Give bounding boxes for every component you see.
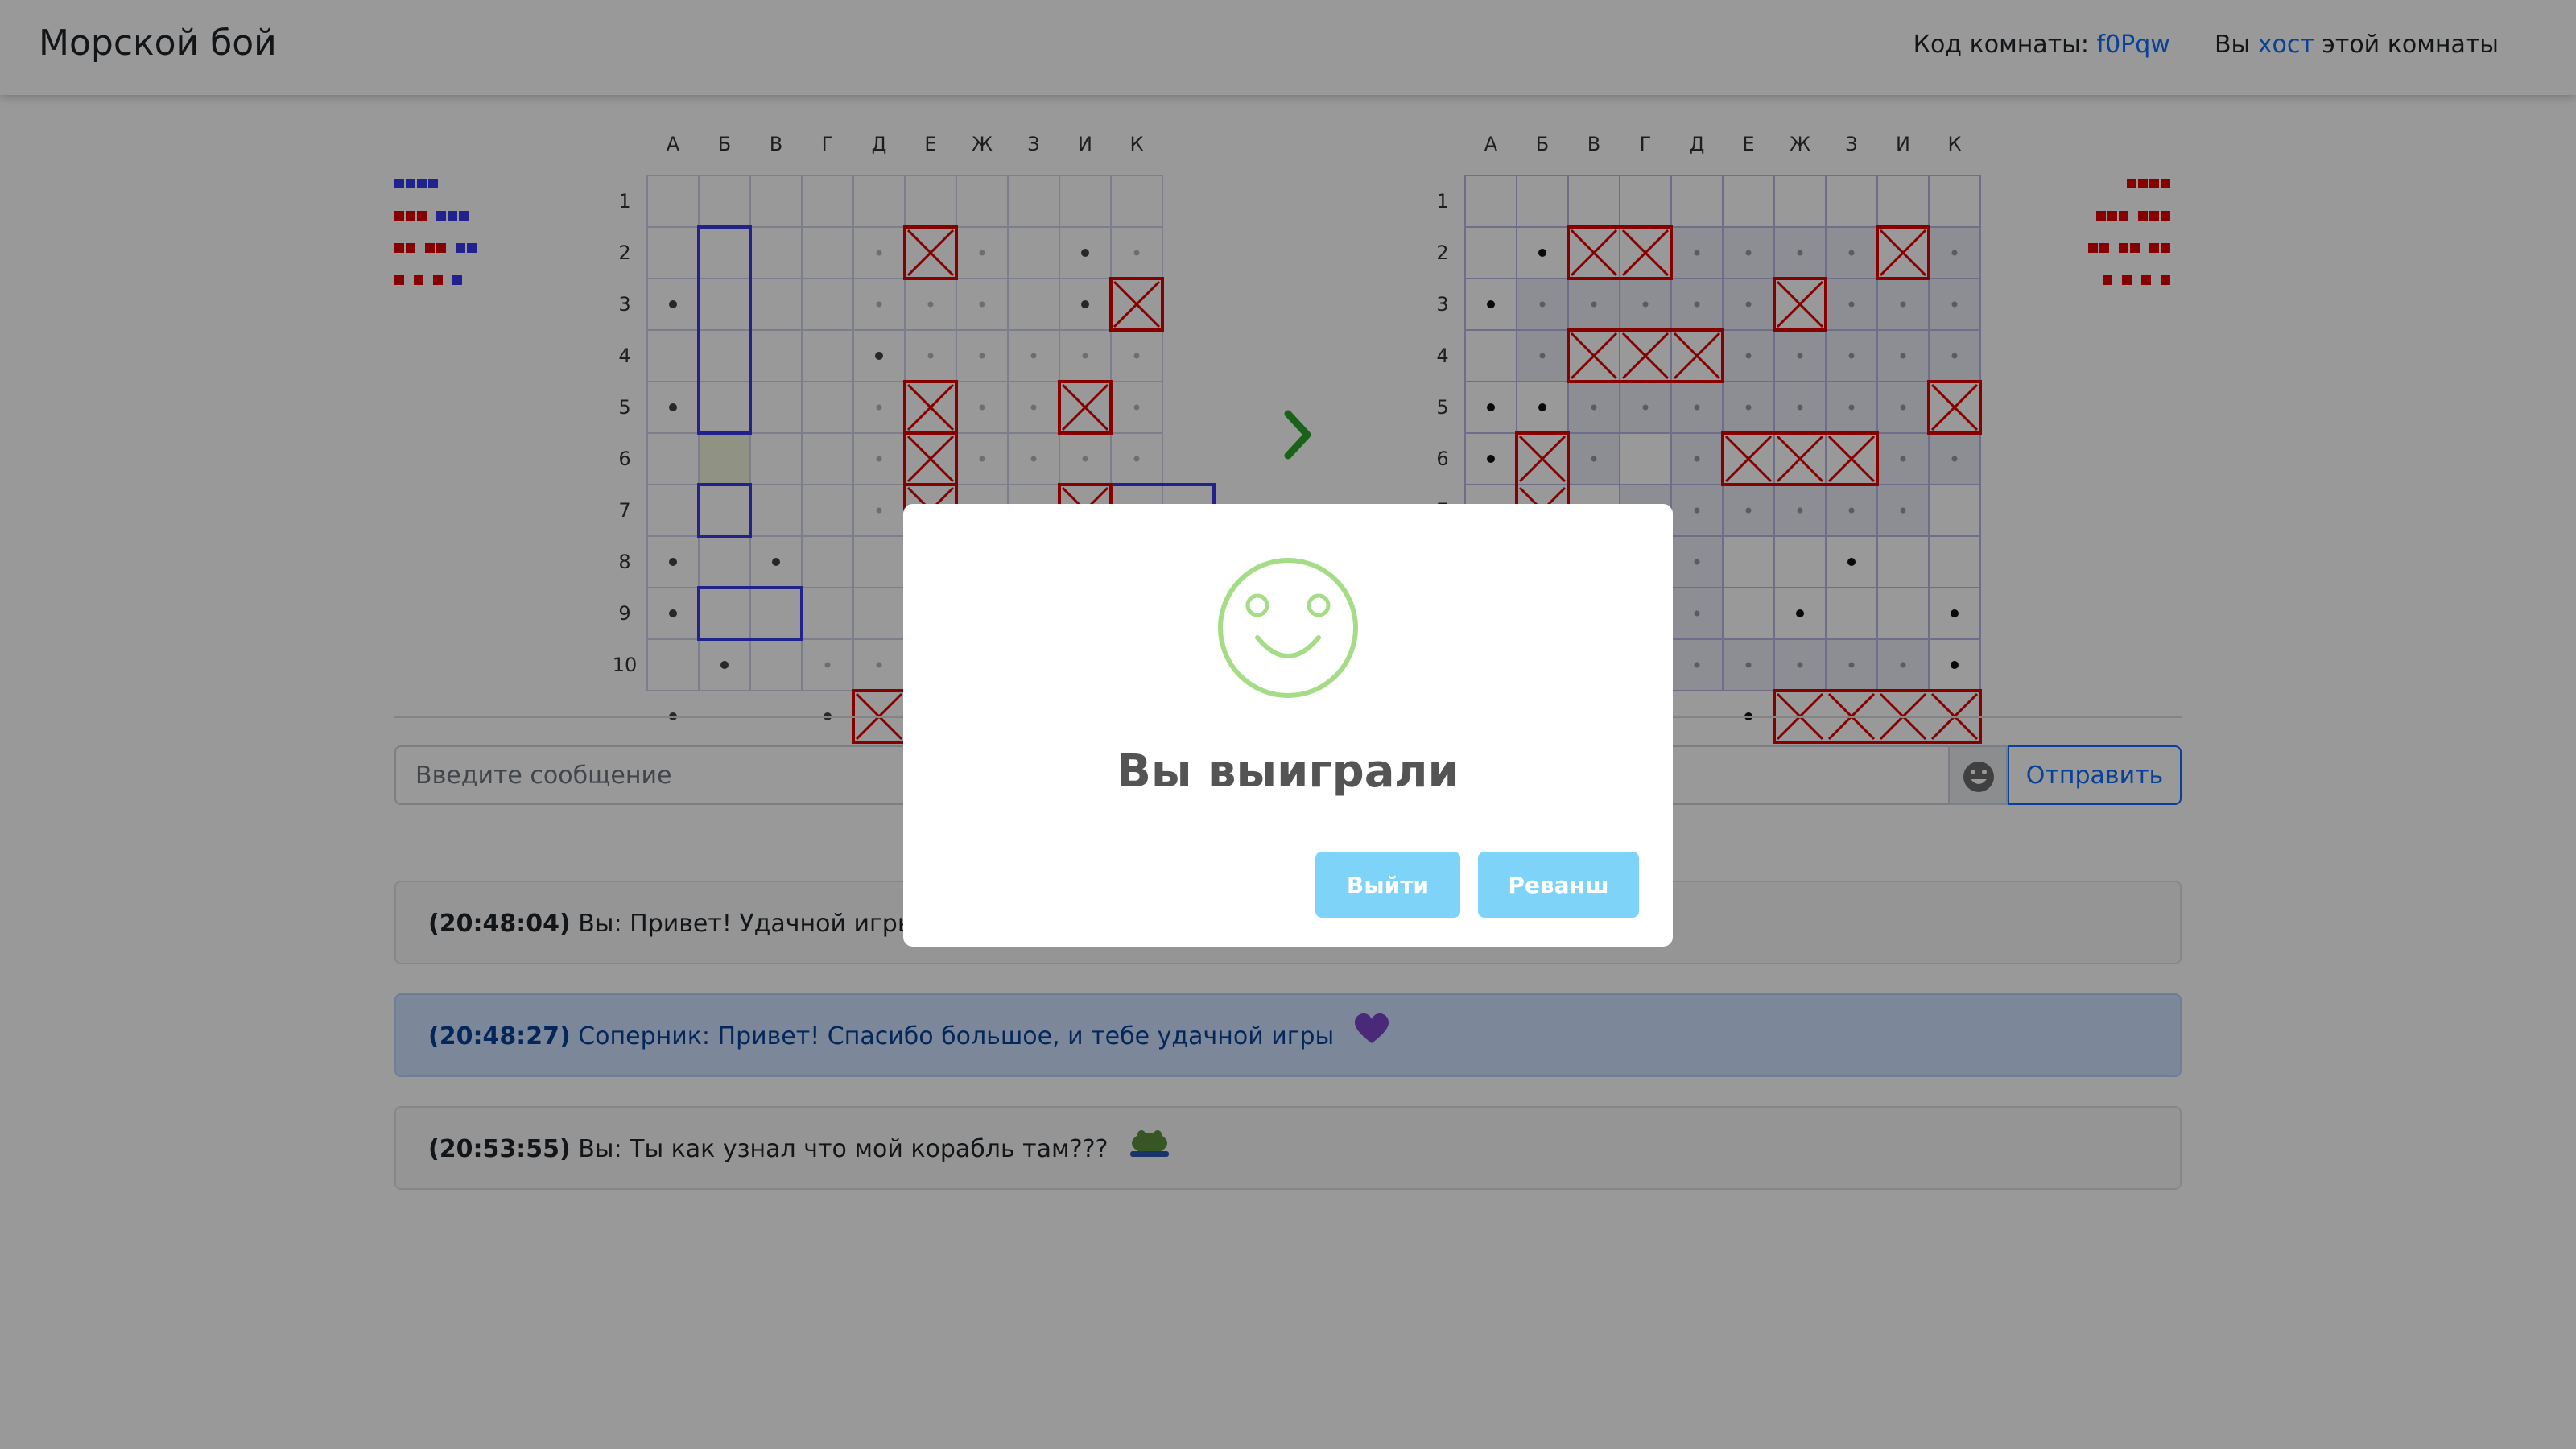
result-modal: Вы выиграли Выйти Реванш (903, 504, 1673, 947)
result-title: Вы выиграли (1117, 745, 1459, 798)
exit-button[interactable]: Выйти (1315, 852, 1460, 918)
rematch-button[interactable]: Реванш (1478, 852, 1639, 918)
smiley-icon (1218, 558, 1358, 698)
